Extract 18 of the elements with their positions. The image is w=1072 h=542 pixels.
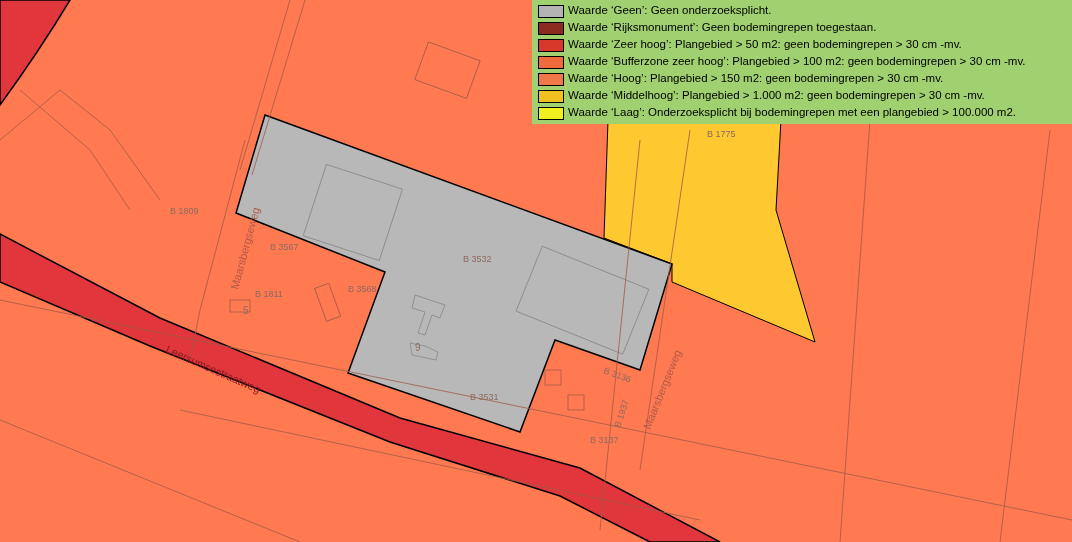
legend-label: Waarde ‘Bufferzone zeer hoog’: Plangebied > 100 m2: geen bodemingrepen > 30 cm -mv.	[568, 56, 1026, 68]
legend-label: Waarde ‘Geen’: Geen onderzoeksplicht.	[568, 5, 772, 17]
house-number: 5	[243, 305, 249, 316]
house-number: 9	[415, 342, 421, 353]
legend-label: Waarde ‘Zeer hoog’: Plangebied > 50 m2: geen bodemingrepen > 30 cm -mv.	[568, 39, 962, 51]
parcel-label: B 3136	[602, 365, 633, 385]
legend-label: Waarde ‘Middelhoog’: Plangebied > 1.000 m2: geen bodemingrepen > 30 cm -mv.	[568, 90, 985, 102]
parcel-label: B 1809	[170, 206, 199, 216]
parcel-label: B 1937	[612, 398, 631, 429]
parcel-label: B 1811	[255, 289, 283, 299]
parcel-label: B 1775	[707, 129, 736, 139]
legend-label: Waarde ‘Hoog’: Plangebied > 150 m2: geen bodemingrepen > 30 cm -mv.	[568, 73, 944, 85]
parcel-label: B 3532	[463, 254, 492, 264]
parcel-label: B 3568	[348, 284, 377, 294]
legend-label: Waarde ‘Laag’: Onderzoeksplicht bij bodemingrepen met een plangebied > 100.000 m2.	[568, 107, 1017, 119]
legend-label: Waarde ‘Rijksmonument’: Geen bodemingrepen toegestaan.	[568, 22, 877, 34]
parcel-label: B 3567	[270, 242, 299, 252]
parcel-label: B 3137	[590, 435, 619, 445]
